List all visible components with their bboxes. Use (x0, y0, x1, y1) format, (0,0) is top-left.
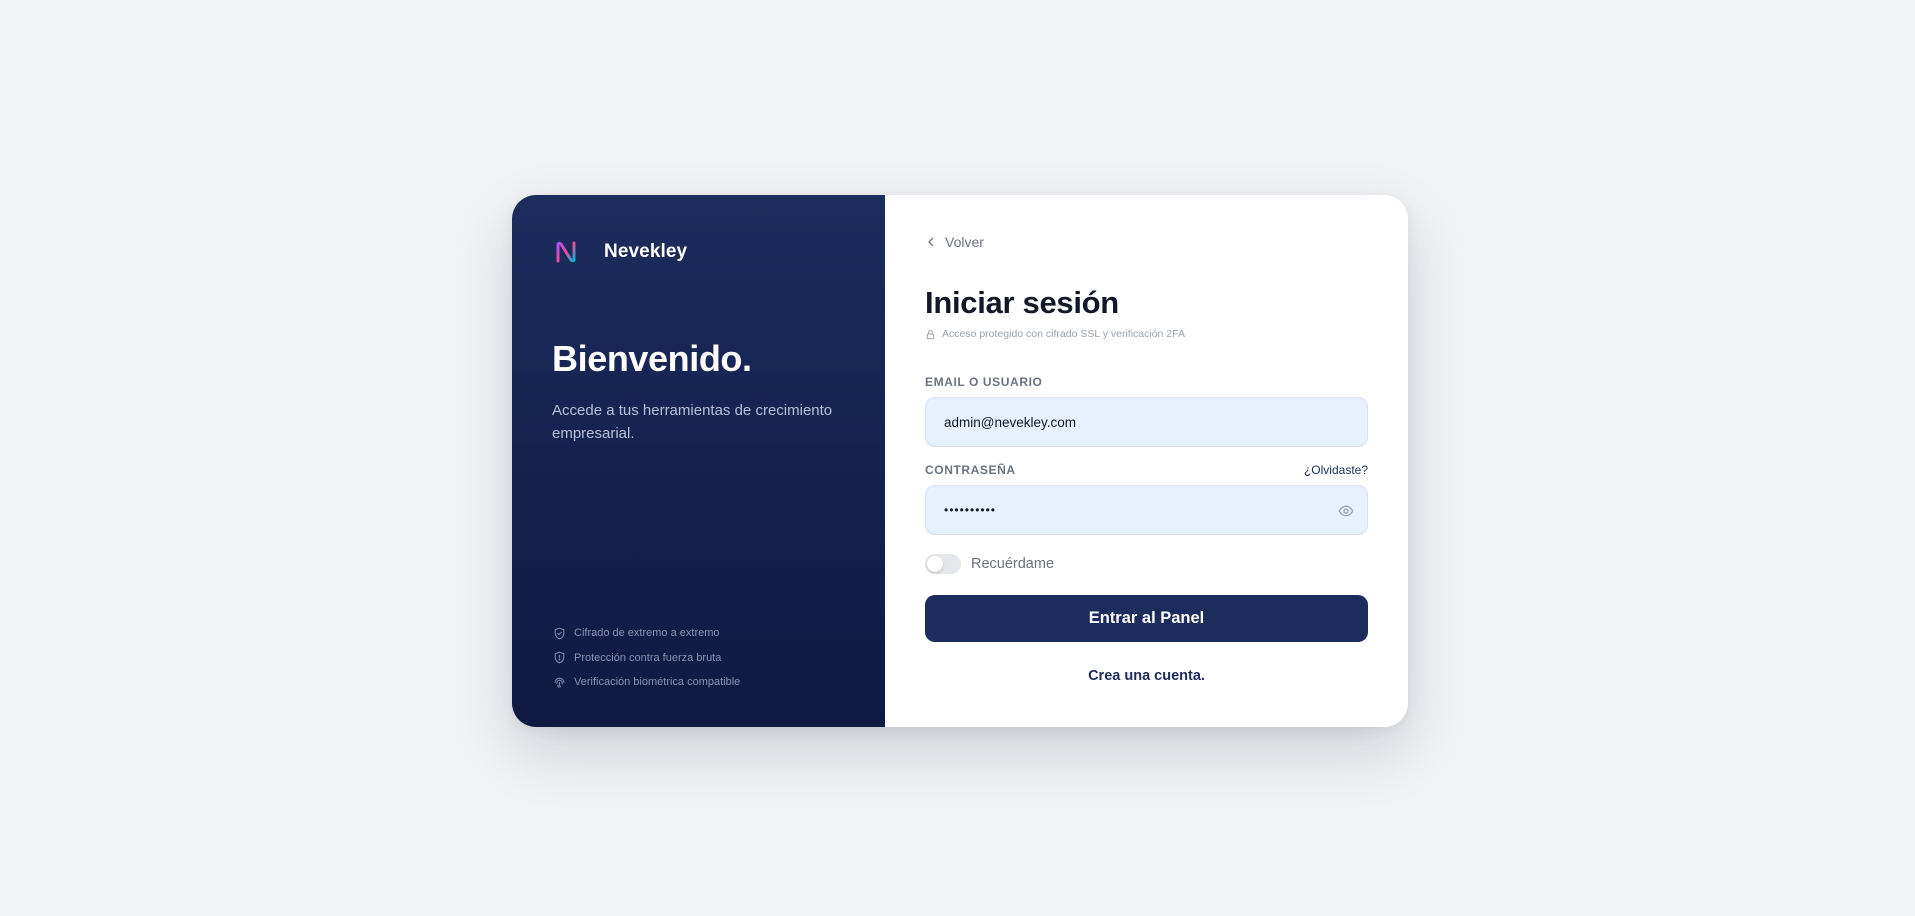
feature-item: Protección contra fuerza bruta (552, 646, 740, 671)
shield-icon (552, 651, 566, 665)
remember-toggle[interactable] (925, 554, 961, 574)
back-label: Volver (945, 234, 984, 250)
welcome-panel: Nevekley Bienvenido. Accede a tus herram… (512, 195, 885, 727)
chevron-left-icon (925, 236, 937, 248)
back-link[interactable]: Volver (925, 234, 984, 250)
lock-icon (925, 329, 936, 340)
security-note: Acceso protegido con cifrado SSL y verif… (925, 328, 1185, 340)
page-title: Iniciar sesión (925, 285, 1119, 320)
remember-label: Recuérdame (971, 556, 1055, 572)
brand: Nevekley (552, 238, 687, 266)
remember-me[interactable]: Recuérdame (925, 554, 1054, 574)
welcome-title: Bienvenido. (552, 338, 752, 379)
feature-label: Verificación biométrica compatible (574, 676, 741, 689)
login-card: Nevekley Bienvenido. Accede a tus herram… (512, 195, 1408, 727)
shield-check-icon (552, 626, 566, 640)
forgot-password-link[interactable]: ¿Olvidaste? (1304, 463, 1368, 477)
create-account-link[interactable]: Crea una cuenta. (925, 668, 1368, 684)
email-label: EMAIL O USUARIO (925, 375, 1043, 389)
password-label: CONTRASEÑA (925, 463, 1016, 477)
email-field[interactable] (942, 413, 1351, 431)
security-features-list: Cifrado de extremo a extremo Protección … (552, 621, 740, 695)
feature-label: Cifrado de extremo a extremo (574, 627, 720, 640)
password-field-wrapper (925, 485, 1368, 535)
feature-label: Protección contra fuerza bruta (574, 651, 722, 664)
security-note-text: Acceso protegido con cifrado SSL y verif… (942, 328, 1185, 340)
welcome-subtitle: Accede a tus herramientas de crecimiento… (552, 402, 833, 442)
brand-name: Nevekley (604, 241, 688, 262)
email-field-wrapper (925, 397, 1368, 447)
n-logo-icon (552, 238, 580, 266)
feature-item: Verificación biométrica compatible (552, 670, 740, 695)
feature-item: Cifrado de extremo a extremo (552, 621, 740, 646)
login-form-panel: Volver Iniciar sesión Acceso protegido c… (885, 195, 1408, 727)
password-field[interactable] (942, 502, 1351, 518)
toggle-knob (927, 556, 943, 572)
fingerprint-icon (552, 675, 566, 689)
login-button[interactable]: Entrar al Panel (925, 595, 1368, 642)
eye-icon[interactable] (1337, 502, 1355, 520)
